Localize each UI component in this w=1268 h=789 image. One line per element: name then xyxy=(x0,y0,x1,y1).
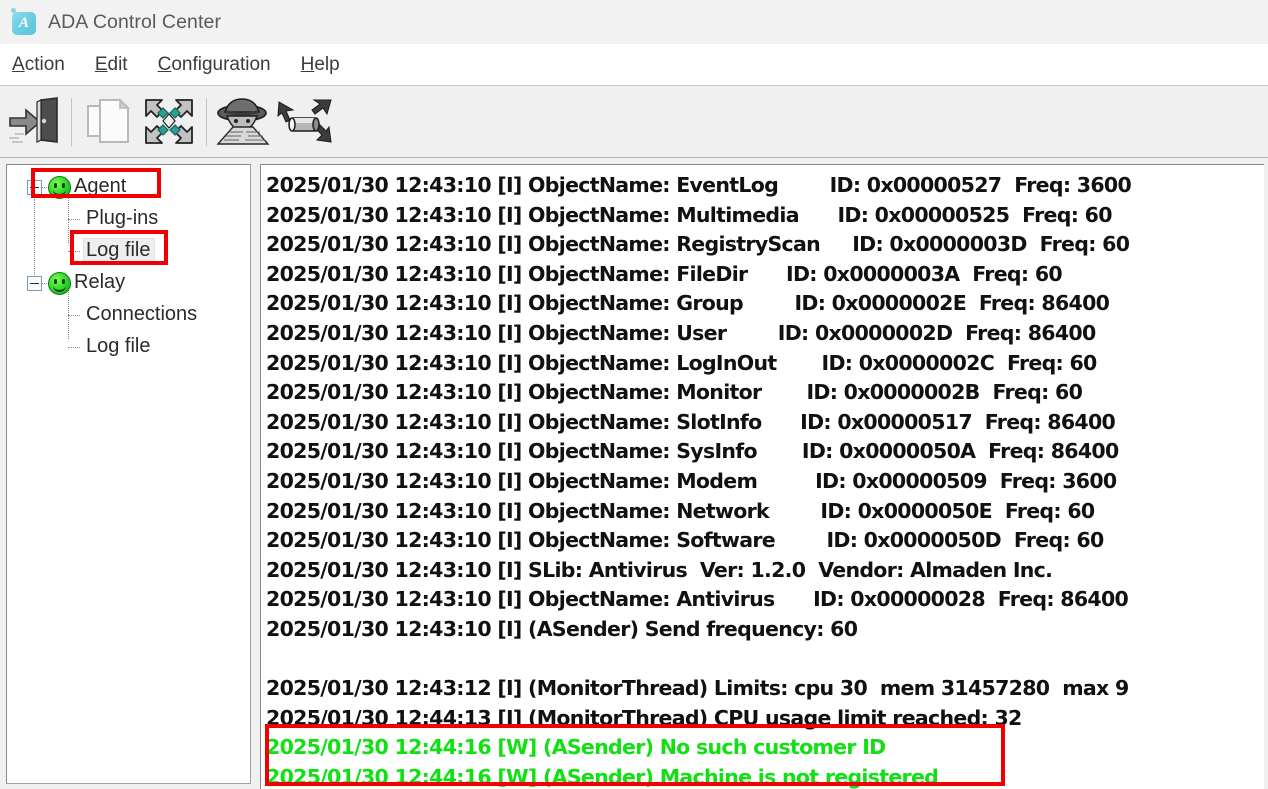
title-bar: A ADA Control Center xyxy=(0,0,1268,44)
menu-help-rest: elp xyxy=(314,54,339,75)
tool-bar xyxy=(0,87,1268,158)
log-line: 2025/01/30 12:43:10 [I] ObjectName: Grou… xyxy=(266,289,1264,319)
toolbar-separator-1 xyxy=(71,98,72,146)
green-smiley-icon xyxy=(48,176,71,199)
detective-icon xyxy=(215,96,271,148)
menu-item-edit[interactable]: Edit xyxy=(93,52,140,78)
copy-button[interactable] xyxy=(77,91,139,153)
tree-item-connections[interactable]: Connections xyxy=(7,299,250,331)
menu-edit-rest: dit xyxy=(108,54,128,75)
window-title: ADA Control Center xyxy=(48,11,221,34)
log-line: 2025/01/30 12:43:10 [I] ObjectName: Slot… xyxy=(266,408,1264,438)
collapse-expander-icon[interactable] xyxy=(27,276,42,291)
exit-icon xyxy=(7,96,63,148)
tree-item-agent-log-file[interactable]: Log file xyxy=(7,235,250,267)
log-line: 2025/01/30 12:43:10 [I] ObjectName: User… xyxy=(266,319,1264,349)
ada-app-icon: A xyxy=(10,8,38,36)
tree-item-label: Plug-ins xyxy=(83,206,162,232)
tree-item-label: Log file xyxy=(83,334,155,360)
menu-configuration-accel: C xyxy=(158,54,172,75)
log-view-panel[interactable]: 2025/01/30 12:43:10 [I] ObjectName: Even… xyxy=(260,164,1264,789)
log-line: 2025/01/30 12:43:10 [I] ObjectName: Soft… xyxy=(266,526,1264,556)
log-line: 2025/01/30 12:43:10 [I] ObjectName: Netw… xyxy=(266,497,1264,527)
connect-icon xyxy=(275,96,335,148)
diagnostics-button[interactable] xyxy=(212,91,274,153)
menu-item-help[interactable]: Help xyxy=(299,52,352,78)
navigation-tree-panel[interactable]: Agent Plug-ins Log file Relay Connection… xyxy=(6,164,251,784)
tree-item-relay-log-file[interactable]: Log file xyxy=(7,331,250,363)
log-line: 2025/01/30 12:44:13 [I] (MonitorThread) … xyxy=(266,704,1264,734)
menu-edit-accel: E xyxy=(95,54,108,75)
log-line: 2025/01/30 12:43:10 [I] ObjectName: LogI… xyxy=(266,349,1264,379)
connect-button[interactable] xyxy=(274,91,336,153)
menu-action-rest: ction xyxy=(25,54,65,75)
log-line-blank xyxy=(266,645,1264,675)
tree-item-agent[interactable]: Agent xyxy=(7,171,250,203)
log-line: 2025/01/30 12:43:10 [I] ObjectName: Anti… xyxy=(266,585,1264,615)
menu-action-accel: A xyxy=(12,54,25,75)
tree-item-label: Log file xyxy=(83,238,155,264)
log-line: 2025/01/30 12:43:10 [I] ObjectName: Mode… xyxy=(266,467,1264,497)
tree-item-label: Connections xyxy=(83,302,201,328)
exit-button[interactable] xyxy=(4,91,66,153)
tree-item-relay[interactable]: Relay xyxy=(7,267,250,299)
log-line: 2025/01/30 12:43:12 [I] (MonitorThread) … xyxy=(266,674,1264,704)
log-line-warning: 2025/01/30 12:44:16 [W] (ASender) No suc… xyxy=(266,733,1264,763)
log-line: 2025/01/30 12:43:10 [I] ObjectName: Moni… xyxy=(266,378,1264,408)
refresh-icon xyxy=(142,96,198,148)
tree-item-plug-ins[interactable]: Plug-ins xyxy=(7,203,250,235)
menu-bar: Action Edit Configuration Help xyxy=(0,44,1268,86)
tree-item-label: Relay xyxy=(71,270,129,296)
log-line: 2025/01/30 12:43:10 [I] ObjectName: SysI… xyxy=(266,437,1264,467)
refresh-button[interactable] xyxy=(139,91,201,153)
green-smiley-icon xyxy=(48,272,71,295)
ada-control-center-window: A ADA Control Center Action Edit Configu… xyxy=(0,0,1268,789)
menu-item-action[interactable]: Action xyxy=(10,52,77,78)
log-line: 2025/01/30 12:43:10 [I] ObjectName: File… xyxy=(266,260,1264,290)
copy-icon xyxy=(80,96,136,148)
menu-configuration-rest: onfiguration xyxy=(171,54,270,75)
log-lines: 2025/01/30 12:43:10 [I] ObjectName: Even… xyxy=(266,171,1264,789)
menu-help-accel: H xyxy=(301,54,315,75)
collapse-expander-icon[interactable] xyxy=(27,180,42,195)
log-line: 2025/01/30 12:43:10 [I] ObjectName: Regi… xyxy=(266,230,1264,260)
tree-item-label: Agent xyxy=(71,174,130,200)
log-line: 2025/01/30 12:43:10 [I] ObjectName: Even… xyxy=(266,171,1264,201)
navigation-tree: Agent Plug-ins Log file Relay Connection… xyxy=(7,171,250,363)
log-line: 2025/01/30 12:43:10 [I] (ASender) Send f… xyxy=(266,615,1264,645)
log-line: 2025/01/30 12:43:10 [I] SLib: Antivirus … xyxy=(266,556,1264,586)
toolbar-separator-2 xyxy=(206,98,207,146)
log-line: 2025/01/30 12:43:10 [I] ObjectName: Mult… xyxy=(266,201,1264,231)
menu-item-configuration[interactable]: Configuration xyxy=(156,52,283,78)
log-line-warning: 2025/01/30 12:44:16 [W] (ASender) Machin… xyxy=(266,763,1264,789)
